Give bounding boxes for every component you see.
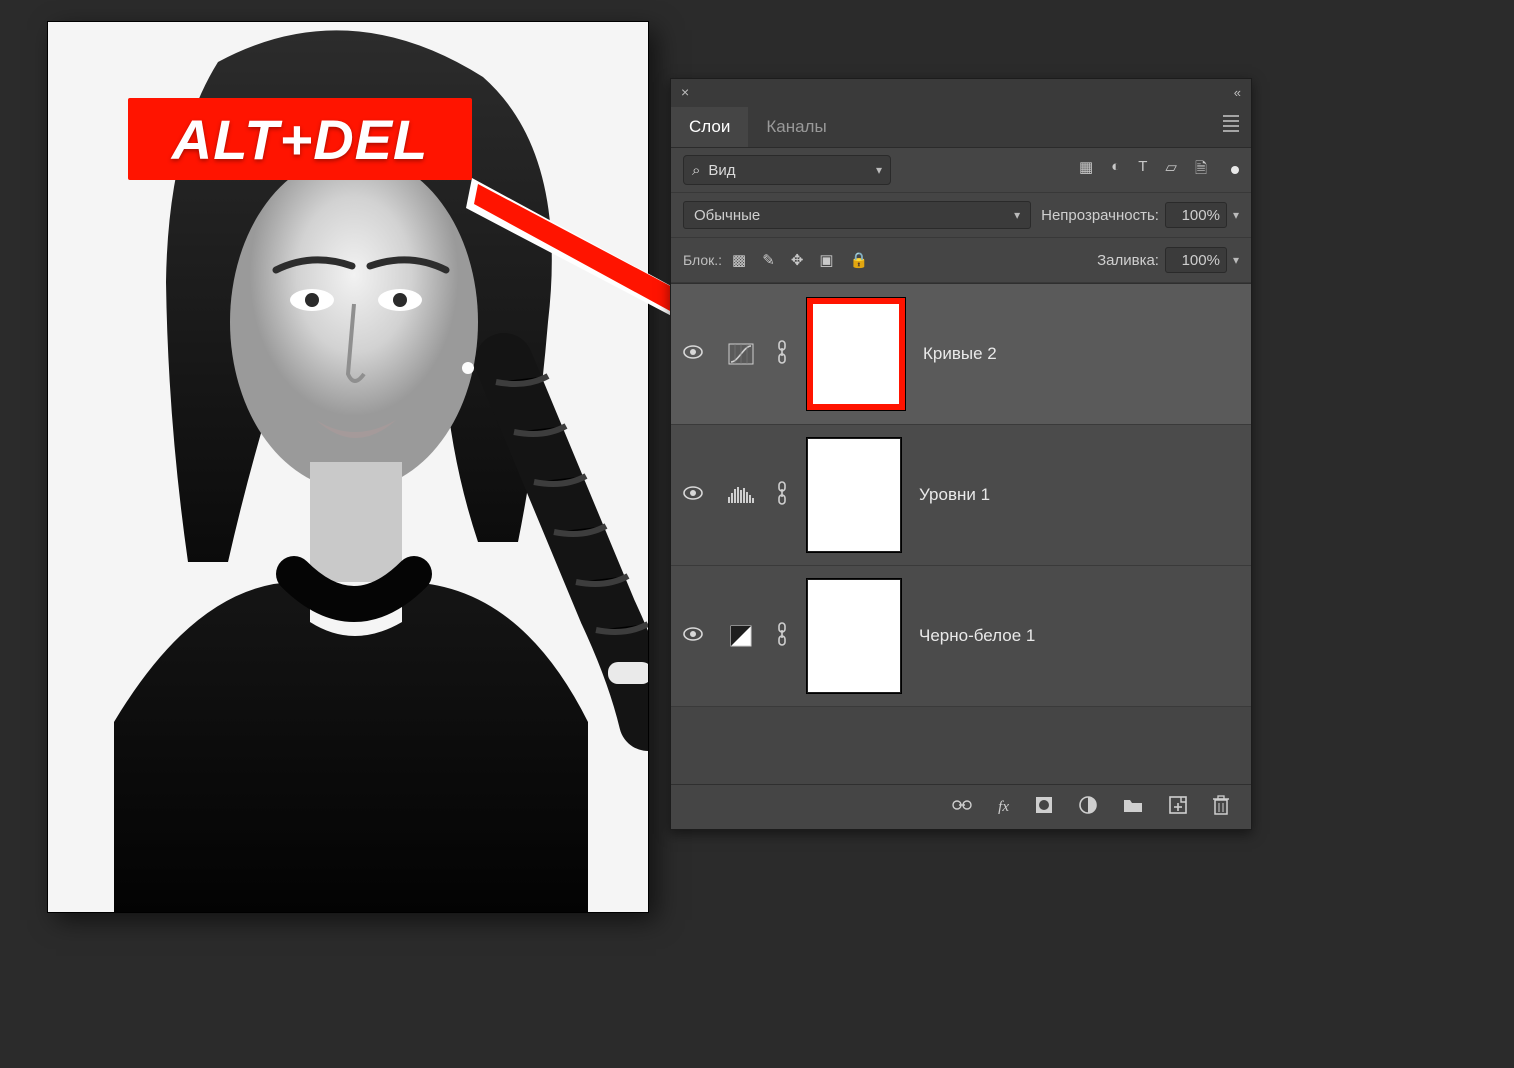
panel-footer: fx	[671, 785, 1251, 829]
layers-panel: × « Слои Каналы ⌕ Вид ▾ ▦ ◐ T ▱ 🗎	[670, 78, 1252, 830]
new-group-icon[interactable]	[1123, 797, 1143, 817]
layer-name[interactable]: Уровни 1	[919, 485, 1243, 505]
layer-mask-thumb[interactable]	[807, 438, 901, 552]
chevron-down-icon: ▾	[876, 163, 882, 177]
chevron-down-icon[interactable]: ▾	[1233, 253, 1239, 267]
visibility-toggle[interactable]	[679, 345, 707, 363]
layer-kind-select[interactable]: ⌕ Вид ▾	[683, 155, 891, 185]
layer-row[interactable]: Кривые 2	[671, 284, 1251, 425]
trash-icon[interactable]	[1213, 795, 1229, 819]
chevron-down-icon[interactable]: ▾	[1233, 208, 1239, 222]
opacity-control: Непрозрачность: 100% ▾	[1041, 202, 1239, 228]
filter-type-icon[interactable]: T	[1138, 158, 1147, 183]
fill-value[interactable]: 100%	[1165, 247, 1227, 273]
shortcut-overlay: ALT+DEL	[128, 98, 472, 180]
kind-label: Вид	[708, 162, 735, 179]
layer-filter-icons: ▦ ◐ T ▱ 🗎	[1079, 158, 1207, 183]
tab-channels[interactable]: Каналы	[748, 107, 844, 147]
blend-row: Обычные ▾ Непрозрачность: 100% ▾	[671, 193, 1251, 238]
fill-control: Заливка: 100% ▾	[1097, 247, 1239, 273]
filter-toggle[interactable]	[1231, 166, 1239, 174]
layer-mask-thumb[interactable]	[807, 298, 905, 410]
layer-name[interactable]: Черно-белое 1	[919, 626, 1243, 646]
eye-icon	[683, 627, 703, 641]
filter-row: ⌕ Вид ▾ ▦ ◐ T ▱ 🗎	[671, 148, 1251, 193]
chevron-down-icon: ▾	[1014, 208, 1020, 222]
lock-all-icon[interactable]: 🔒	[850, 251, 869, 269]
shortcut-text: ALT+DEL	[172, 107, 428, 172]
lock-transparency-icon[interactable]: ▩	[732, 251, 746, 269]
link-icon[interactable]	[775, 621, 789, 651]
link-icon[interactable]	[775, 339, 789, 369]
blend-mode-label: Обычные	[694, 207, 760, 224]
curves-icon	[725, 342, 757, 366]
add-mask-icon[interactable]	[1035, 796, 1053, 818]
panel-menu-icon[interactable]	[1223, 115, 1239, 132]
filter-adjust-icon[interactable]: ◐	[1111, 158, 1120, 183]
new-layer-icon[interactable]	[1169, 796, 1187, 818]
panel-tabs: Слои Каналы	[671, 105, 1251, 148]
search-icon: ⌕	[692, 162, 700, 179]
eye-icon	[683, 486, 703, 500]
layer-row[interactable]: Черно-белое 1	[671, 566, 1251, 707]
tab-layers[interactable]: Слои	[671, 107, 748, 147]
link-layers-icon[interactable]	[952, 798, 972, 816]
add-adjustment-icon[interactable]	[1079, 796, 1097, 818]
lock-brush-icon[interactable]: ✎	[762, 251, 775, 269]
lock-label: Блок.:	[683, 252, 722, 268]
eye-icon	[683, 345, 703, 359]
blackwhite-icon	[725, 624, 757, 648]
layer-mask-thumb[interactable]	[807, 579, 901, 693]
lock-artboard-icon[interactable]: ▣	[819, 251, 833, 269]
blend-mode-select[interactable]: Обычные ▾	[683, 201, 1031, 229]
visibility-toggle[interactable]	[679, 627, 707, 645]
layers-list[interactable]: Кривые 2 Уровни 1	[671, 283, 1251, 785]
lock-icons: ▩ ✎ ✥ ▣ 🔒	[732, 251, 868, 269]
panel-titlebar: × «	[671, 79, 1251, 105]
app-stage: ALT+DEL × « Слои Каналы ⌕ Вид	[0, 0, 1514, 1068]
link-icon[interactable]	[775, 480, 789, 510]
filter-pixel-icon[interactable]: ▦	[1079, 158, 1093, 183]
layer-name[interactable]: Кривые 2	[923, 344, 1243, 364]
fill-label: Заливка:	[1097, 252, 1159, 269]
opacity-value[interactable]: 100%	[1165, 202, 1227, 228]
fx-icon[interactable]: fx	[998, 799, 1009, 816]
collapse-icon[interactable]: «	[1234, 85, 1241, 100]
opacity-label: Непрозрачность:	[1041, 207, 1159, 224]
layer-row[interactable]: Уровни 1	[671, 425, 1251, 566]
filter-smart-icon[interactable]: 🗎	[1195, 158, 1207, 183]
visibility-toggle[interactable]	[679, 486, 707, 504]
close-icon[interactable]: ×	[681, 84, 689, 100]
levels-icon	[725, 483, 757, 507]
lock-row: Блок.: ▩ ✎ ✥ ▣ 🔒 Заливка: 100% ▾	[671, 238, 1251, 283]
lock-move-icon[interactable]: ✥	[791, 251, 804, 269]
filter-shape-icon[interactable]: ▱	[1165, 158, 1177, 183]
